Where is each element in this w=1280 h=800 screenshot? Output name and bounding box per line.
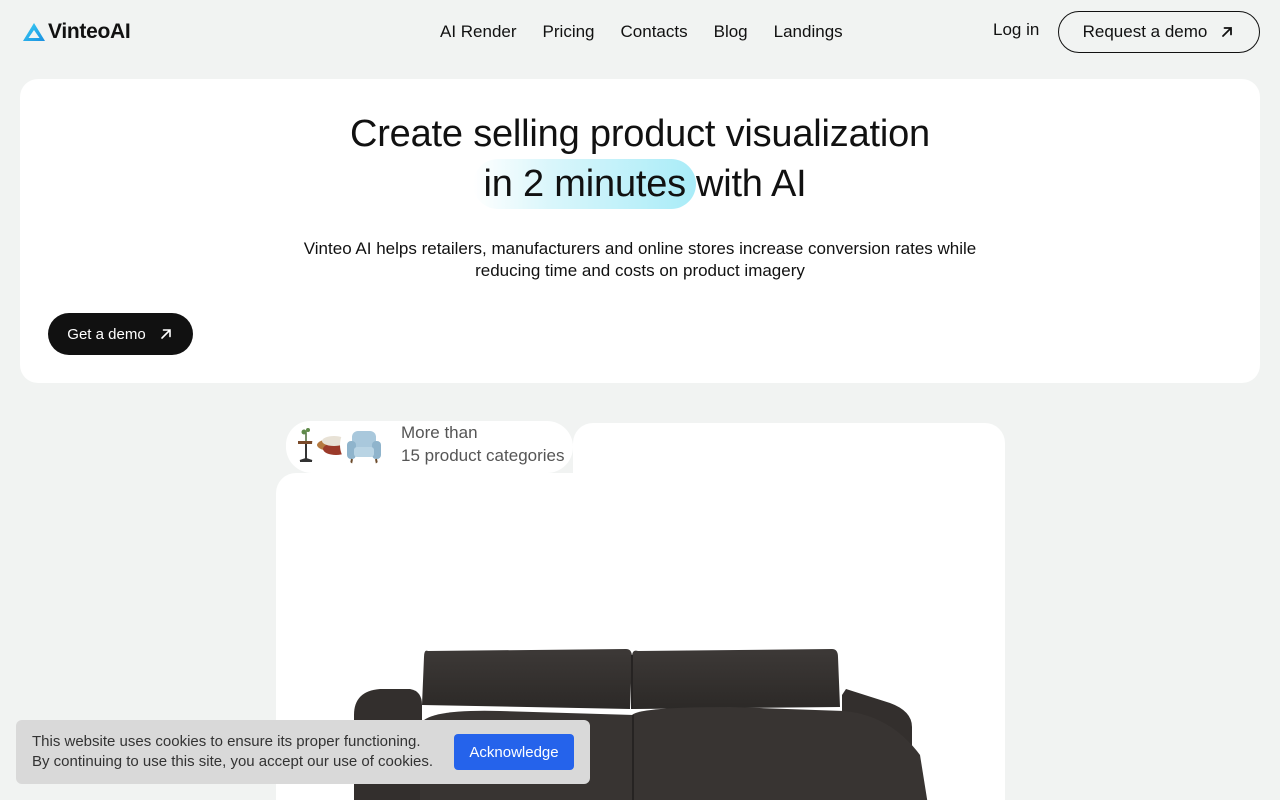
categories-line1: More than (401, 423, 478, 442)
armchair-icon (347, 431, 381, 465)
arrow-up-right-icon (160, 329, 171, 339)
hero-title: Create selling product visualization in … (20, 109, 1260, 209)
hero-title-highlight: in 2 minutes (473, 159, 696, 209)
categories-text: More than 15 product categories (401, 421, 565, 467)
arrow-up-right-icon (1222, 27, 1233, 37)
main-nav: AI Render Pricing Contacts Blog Landings (427, 20, 856, 44)
category-avatars (286, 421, 396, 469)
nav-landings[interactable]: Landings (761, 22, 856, 42)
nav-ai-render[interactable]: AI Render (427, 22, 530, 42)
cookie-line2: By continuing to use this site, you acce… (32, 753, 434, 770)
categories-line2: 15 product categories (401, 446, 565, 465)
hero-title-rest: with AI (695, 163, 807, 205)
request-demo-label: Request a demo (1082, 22, 1208, 41)
login-link[interactable]: Log in (993, 20, 1039, 40)
logo-icon (23, 23, 45, 41)
hero-card: Create selling product visualization in … (20, 79, 1260, 383)
site-header: VinteoAI AI Render Pricing Contacts Blog… (0, 0, 1280, 64)
acknowledge-button[interactable]: Acknowledge (454, 734, 574, 770)
hero-subtitle: Vinteo AI helps retailers, manufacturers… (303, 239, 977, 280)
hero-title-line1: Create selling product visualization (349, 113, 930, 155)
logo[interactable]: VinteoAI (22, 20, 131, 44)
get-demo-label: Get a demo (67, 325, 146, 343)
nav-blog[interactable]: Blog (701, 22, 761, 42)
hero-title-line2: in 2 minutes with AI (20, 159, 1260, 209)
cookie-banner: This website uses cookies to ensure its … (16, 720, 590, 784)
logo-text: VinteoAI (48, 20, 131, 43)
cookie-message: This website uses cookies to ensure its … (32, 732, 433, 772)
cookie-line1: This website uses cookies to ensure its … (32, 733, 421, 750)
request-demo-button[interactable]: Request a demo (1058, 11, 1260, 53)
get-demo-button[interactable]: Get a demo (48, 313, 193, 355)
armchair-avatar (340, 421, 388, 469)
nav-contacts[interactable]: Contacts (608, 22, 701, 42)
nav-pricing[interactable]: Pricing (530, 22, 608, 42)
